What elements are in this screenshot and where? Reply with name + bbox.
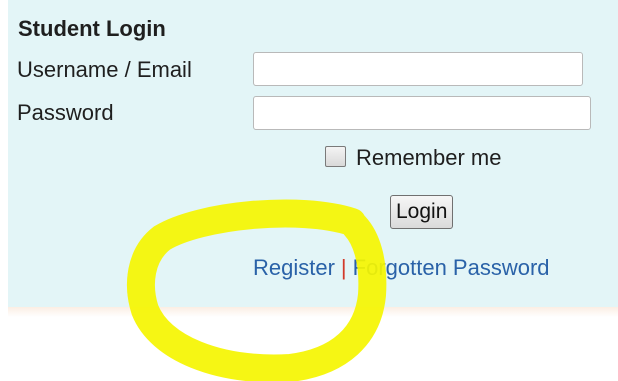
register-link[interactable]: Register [253, 255, 335, 280]
login-screenshot: Student Login Username / Email Password … [0, 0, 618, 381]
password-label: Password [17, 100, 114, 125]
panel-bottom-shadow [8, 307, 618, 317]
login-button[interactable]: Login [390, 195, 454, 229]
link-separator: | [340, 255, 347, 280]
password-input[interactable] [253, 96, 591, 130]
forgotten-password-link[interactable]: Forgotten Password [353, 255, 550, 280]
login-title: Student Login [18, 16, 166, 41]
remember-me-checkbox[interactable] [325, 146, 346, 167]
username-input[interactable] [253, 52, 583, 86]
remember-me-label[interactable]: Remember me [356, 145, 501, 171]
username-label: Username / Email [17, 57, 192, 82]
login-links: Register | Forgotten Password [253, 255, 550, 281]
